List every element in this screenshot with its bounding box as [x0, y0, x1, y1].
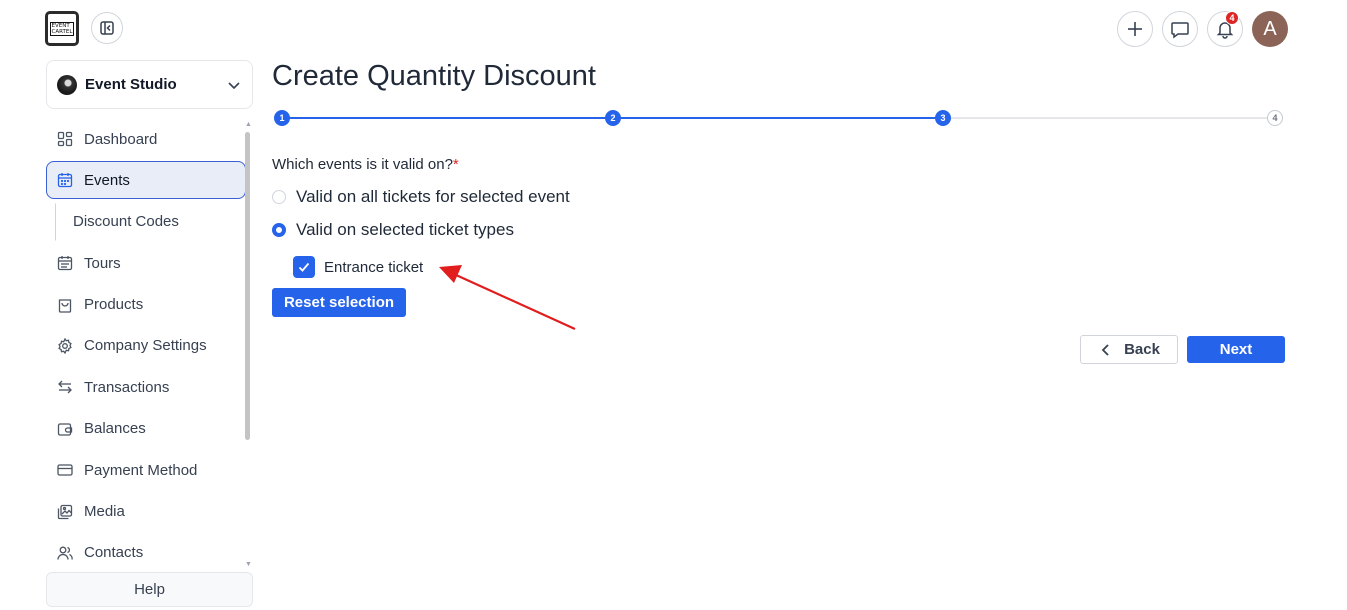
sidebar-item-label: Balances [84, 420, 146, 438]
checkbox-checked[interactable] [293, 256, 315, 278]
sidebar-item-products[interactable]: Products [46, 286, 246, 324]
sidebar-item-label: Contacts [84, 544, 144, 562]
sidebar-item-label: Discount Codes [73, 213, 179, 231]
chevron-down-icon [228, 81, 240, 89]
step-4[interactable]: 4 [1267, 110, 1283, 126]
scroll-up-arrow-icon[interactable]: ▲ [245, 121, 252, 128]
next-button[interactable]: Next [1187, 336, 1285, 363]
help-button[interactable]: Help [46, 572, 253, 607]
radio-label: Valid on selected ticket types [296, 220, 514, 239]
annotation-arrow-icon [439, 265, 576, 331]
notification-badge: 4 [1225, 11, 1239, 25]
sidebar-item-events[interactable]: Events [46, 161, 246, 200]
step-3[interactable]: 3 [935, 110, 951, 126]
back-label: Back [1124, 341, 1160, 358]
user-avatar[interactable]: A [1252, 11, 1288, 47]
radio-selected-ticket-types[interactable]: Valid on selected ticket types [272, 220, 514, 240]
question-text: Which events is it valid on? [272, 156, 453, 173]
organization-selector[interactable]: Event Studio [46, 60, 253, 109]
organization-name: Event Studio [85, 76, 177, 93]
sidebar-item-payment-method[interactable]: Payment Method [46, 451, 246, 489]
sidebar-item-transactions[interactable]: Transactions [46, 368, 246, 406]
swap-arrows-icon [56, 378, 74, 396]
scroll-down-arrow-icon[interactable]: ▼ [245, 561, 252, 568]
progress-stepper: 1 2 3 4 [272, 109, 1285, 127]
back-button[interactable]: Back [1080, 335, 1178, 364]
radio-button-selected[interactable] [272, 223, 286, 237]
step-1[interactable]: 1 [274, 110, 290, 126]
checkmark-icon [298, 262, 310, 272]
chat-icon [1171, 22, 1189, 39]
chevron-left-icon [1101, 343, 1109, 356]
sidebar-item-label: Payment Method [84, 461, 198, 479]
checkbox-label: Entrance ticket [324, 258, 424, 276]
sidebar-item-label: Company Settings [84, 337, 207, 355]
event-cartel-logo[interactable]: EVENT CARTEL [45, 11, 79, 46]
ticket-type-entrance[interactable]: Entrance ticket [293, 256, 423, 278]
shopping-bag-icon [56, 296, 74, 314]
users-icon [56, 544, 74, 562]
valid-on-question: Which events is it valid on?* [272, 156, 459, 173]
step-2[interactable]: 2 [605, 110, 621, 126]
sidebar-item-dashboard[interactable]: Dashboard [46, 120, 246, 158]
page-title: Create Quantity Discount [272, 60, 596, 92]
collapse-sidebar-button[interactable] [91, 12, 123, 44]
sidebar-item-discount-codes[interactable]: Discount Codes [55, 202, 246, 241]
radio-label: Valid on all tickets for selected event [296, 187, 570, 206]
logo-text-line1: EVENT [51, 22, 70, 29]
calendar-icon [56, 171, 74, 189]
radio-button[interactable] [272, 190, 286, 204]
grid-icon [56, 130, 74, 148]
notifications-button[interactable]: 4 [1207, 11, 1243, 47]
sidebar-item-contacts[interactable]: Contacts [46, 534, 246, 568]
sidebar-collapse-icon [100, 21, 114, 35]
stepper-line-pending [944, 117, 1277, 119]
sidebar-item-label: Media [84, 503, 125, 521]
sidebar-item-label: Products [84, 296, 144, 314]
logo-text-line2: CARTEL [51, 28, 73, 35]
gear-icon [56, 337, 74, 355]
required-asterisk: * [452, 156, 459, 173]
sidebar-item-label: Dashboard [84, 130, 158, 148]
sidebar-item-label: Events [84, 171, 130, 189]
reset-selection-button[interactable]: Reset selection [272, 288, 406, 317]
sidebar-item-company-settings[interactable]: Company Settings [46, 327, 246, 365]
sidebar-item-tours[interactable]: Tours [46, 244, 246, 282]
sidebar-scrollbar-thumb[interactable] [245, 132, 250, 440]
images-icon [56, 503, 74, 521]
radio-all-tickets[interactable]: Valid on all tickets for selected event [272, 187, 570, 207]
plus-icon [1128, 22, 1142, 36]
calendar-icon [56, 254, 74, 272]
sidebar-item-label: Tours [84, 254, 121, 272]
organization-logo-icon [57, 74, 77, 95]
add-button[interactable] [1117, 11, 1153, 47]
wallet-icon [56, 420, 74, 438]
credit-card-icon [56, 461, 74, 479]
sidebar-item-balances[interactable]: Balances [46, 410, 246, 448]
sidebar-item-label: Transactions [84, 378, 170, 396]
sidebar-item-media[interactable]: Media [46, 493, 246, 531]
messages-button[interactable] [1162, 11, 1198, 47]
sidebar-nav: Dashboard Events Discount Codes Tours Pr… [46, 120, 246, 568]
